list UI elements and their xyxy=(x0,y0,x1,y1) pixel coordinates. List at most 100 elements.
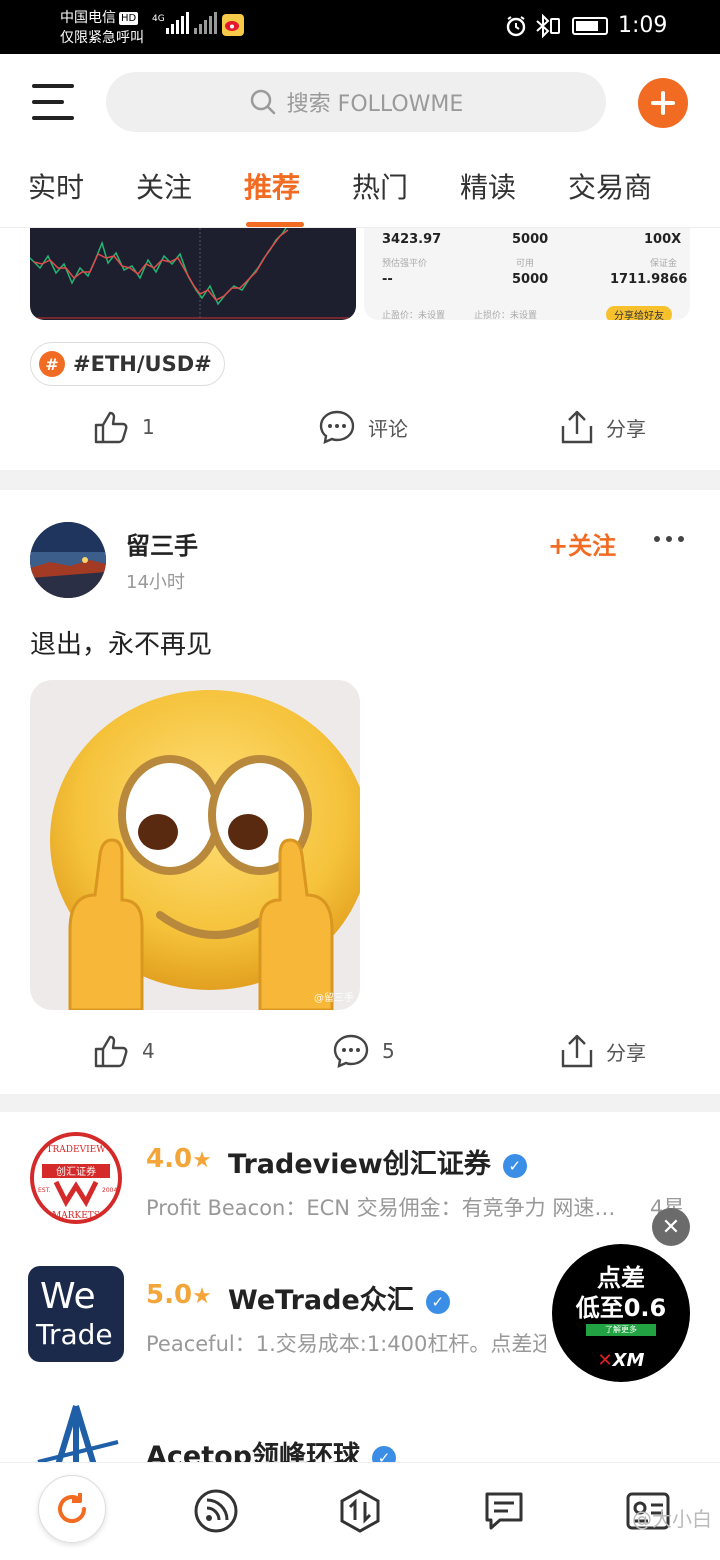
like-count: 4 xyxy=(142,1039,155,1063)
avatar[interactable] xyxy=(30,522,106,598)
tradeview-logo-est: EST. xyxy=(38,1187,51,1194)
tab-hot[interactable]: 热门 xyxy=(352,166,408,206)
star-icon: ★ xyxy=(192,1284,212,1309)
search-bar[interactable]: 搜索 FOLLOWME xyxy=(106,72,606,132)
wetrade-logo-we: We xyxy=(40,1276,96,1317)
label-forced-price: 预估强平价 xyxy=(382,259,428,269)
author-name[interactable]: 留三手 xyxy=(126,526,198,561)
hd-badge: HD xyxy=(119,11,139,25)
add-button[interactable] xyxy=(638,78,688,128)
broker-name-text: WeTrade众汇 xyxy=(228,1285,414,1316)
tradeview-logo-year: 2004 xyxy=(102,1187,117,1194)
post1-actions: 1 评论 分享 xyxy=(0,398,720,458)
trade-icon xyxy=(340,1489,380,1533)
trade-available: 5000 xyxy=(512,232,549,247)
broker-name: Acetop领峰环球 ✓ xyxy=(146,1434,396,1462)
broker-name: Tradeview创汇证券 ✓ xyxy=(228,1142,527,1181)
alarm-icon xyxy=(504,14,528,42)
rss-icon xyxy=(194,1489,238,1533)
status-bar: 中国电信 HD 仅限紧急呼叫 4G 1:09 xyxy=(0,0,720,54)
active-tab-indicator xyxy=(246,222,304,227)
tab-realtime[interactable]: 实时 xyxy=(28,166,84,206)
star-icon: ★ xyxy=(192,1148,212,1173)
more-options-icon[interactable] xyxy=(654,536,684,542)
broker-item-tradeview[interactable]: 创汇证券 TRADEVIEW MARKETS EST. 2004 4.0★ Tr… xyxy=(0,1130,720,1260)
app-header: 搜索 FOLLOWME xyxy=(0,54,720,154)
stop-profit: 止盈价：未设置 xyxy=(382,311,446,320)
follow-button[interactable]: +关注 xyxy=(548,526,616,561)
label-margin: 保证金 xyxy=(650,259,678,269)
broker-name: WeTrade众汇 ✓ xyxy=(228,1278,450,1317)
message-icon xyxy=(485,1492,523,1530)
tradeview-logo-cn: 创汇证券 xyxy=(56,1165,96,1178)
share-icon xyxy=(561,410,593,444)
divider xyxy=(0,1094,720,1112)
comment-button[interactable]: 评论 xyxy=(318,408,408,446)
broker-score-value: 4.0 xyxy=(146,1144,193,1174)
bottom-navigation: @大小白 xyxy=(0,1462,720,1560)
broker-desc: Peaceful：1.交易成本:1:400杠杆。点差还 xyxy=(146,1332,546,1356)
broker-name-text: Acetop领峰环球 xyxy=(146,1441,360,1462)
floating-ad[interactable]: 点差 低至0.6 了解更多 ✕XM xyxy=(552,1244,690,1382)
network-type: 4G xyxy=(152,14,165,24)
broker-score-value: 5.0 xyxy=(146,1280,193,1310)
weibo-icon xyxy=(222,14,244,36)
tab-featured[interactable]: 精读 xyxy=(460,166,516,206)
post-text: 退出，永不再见 xyxy=(30,630,213,660)
tab-brokers[interactable]: 交易商 xyxy=(568,166,652,206)
hash-icon: # xyxy=(39,351,65,377)
signal-2-icon xyxy=(194,12,217,34)
search-placeholder: 搜索 FOLLOWME xyxy=(286,92,464,117)
signal-icon xyxy=(166,12,189,34)
wetrade-logo-trade: Trade xyxy=(36,1318,113,1351)
share-button[interactable]: 分享 xyxy=(560,408,646,446)
comment-icon xyxy=(333,1034,369,1068)
plus-icon xyxy=(651,91,675,115)
post-time: 14小时 xyxy=(126,572,185,593)
share-friend-button[interactable]: 分享给好友 xyxy=(606,306,672,320)
like-button[interactable]: 1 xyxy=(92,408,155,446)
share-label: 分享 xyxy=(606,1040,646,1065)
ad-learn-more[interactable]: 了解更多 xyxy=(586,1324,656,1336)
image-watermark: @留三手 xyxy=(314,993,354,1004)
tab-following[interactable]: 关注 xyxy=(136,166,192,206)
comment-icon xyxy=(319,410,355,444)
post2-actions: 4 5 分享 xyxy=(0,1022,720,1082)
margin-value: 1711.9866 xyxy=(610,272,688,287)
like-button[interactable]: 4 xyxy=(92,1032,155,1070)
topic-tag-label: #ETH/USD# xyxy=(73,352,212,376)
comment-button[interactable]: 5 xyxy=(332,1032,395,1070)
thumbs-up-icon xyxy=(94,411,128,444)
close-ad-button[interactable]: ✕ xyxy=(652,1208,690,1246)
broker-item-acetop[interactable]: Acetop领峰环球 ✓ xyxy=(0,1400,720,1462)
feed-tabs: 实时 关注 推荐 热门 精读 交易商 xyxy=(0,160,720,228)
tradeview-logo-bottom: MARKETS xyxy=(52,1211,100,1221)
corner-watermark: @大小白 xyxy=(632,1507,712,1531)
search-icon xyxy=(250,89,275,115)
battery-icon xyxy=(572,17,608,35)
ad-line2: 低至0.6 xyxy=(575,1294,667,1322)
share-icon xyxy=(561,1034,593,1068)
tab-recommended[interactable]: 推荐 xyxy=(244,166,300,206)
nav-refresh[interactable] xyxy=(38,1475,106,1543)
candlestick-chart-image[interactable] xyxy=(30,228,356,320)
nav-messages[interactable] xyxy=(472,1479,536,1543)
menu-icon[interactable] xyxy=(32,84,74,120)
share-button[interactable]: 分享 xyxy=(560,1032,646,1070)
ad-brand-text: XM xyxy=(612,1350,645,1371)
trade-info-panel: 3423.97 5000 100X 预估强平价 可用 保证金 -- 5000 1… xyxy=(364,228,690,320)
verified-icon: ✓ xyxy=(425,1289,450,1314)
topic-tag[interactable]: # #ETH/USD# xyxy=(30,342,225,386)
clock: 1:09 xyxy=(618,13,668,38)
broker-name-text: Tradeview创汇证券 xyxy=(228,1149,491,1180)
post-image[interactable]: @留三手 xyxy=(30,680,360,1010)
trade-leverage: 100X xyxy=(644,232,682,247)
forced-price: -- xyxy=(382,272,393,287)
verified-icon: ✓ xyxy=(372,1445,396,1462)
nav-feed[interactable] xyxy=(184,1479,248,1543)
like-count: 1 xyxy=(142,415,155,439)
nav-trade[interactable] xyxy=(328,1479,392,1543)
available-value: 5000 xyxy=(512,272,549,287)
thumbs-up-icon xyxy=(94,1035,128,1068)
trade-price: 3423.97 xyxy=(382,232,442,247)
